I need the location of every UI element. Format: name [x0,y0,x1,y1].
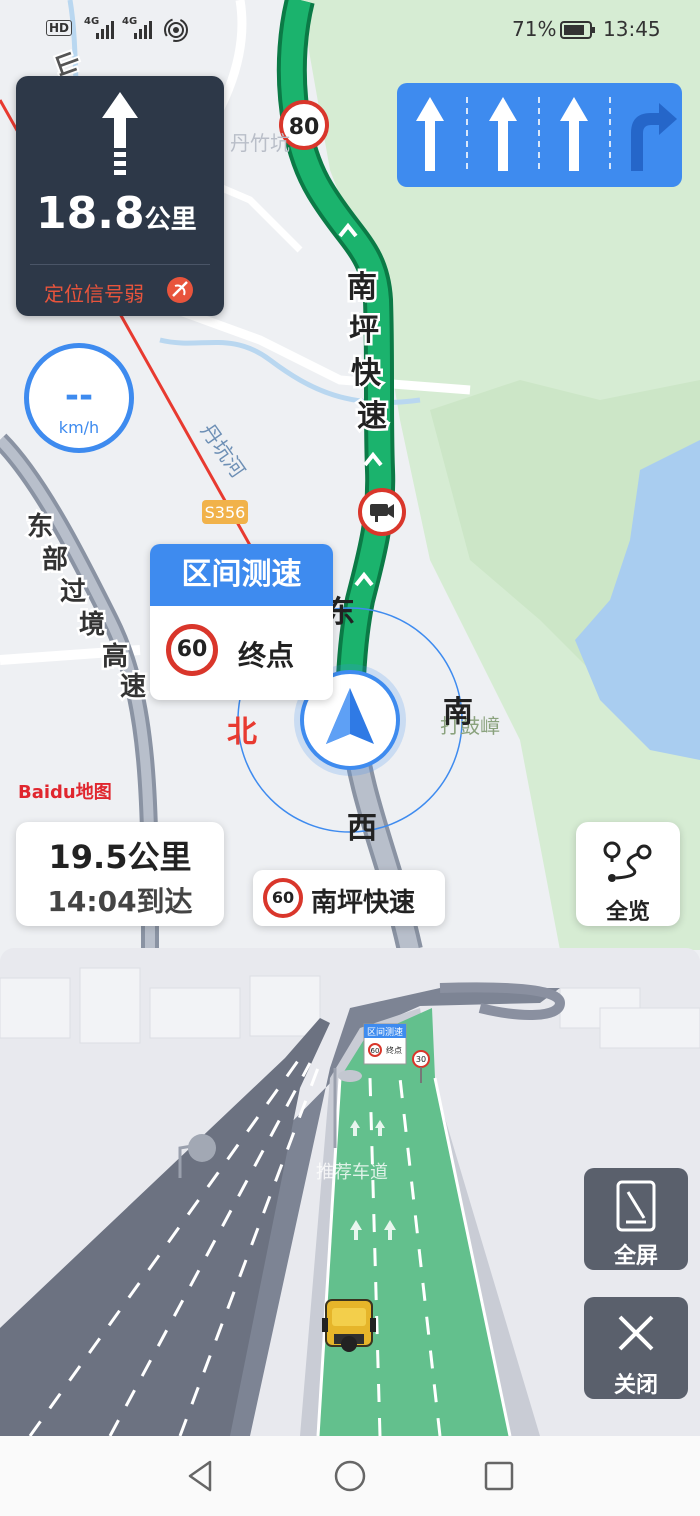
home-icon[interactable] [333,1459,367,1493]
svg-text:过: 过 [60,577,86,607]
compass-west: 西 [347,811,377,846]
svg-text:Baidu地图: Baidu地图 [18,781,112,803]
gantry-sign: 区间测速 60 终点 [363,1023,407,1065]
close-icon [618,1315,654,1351]
svg-text:南: 南 [347,270,377,305]
turn-distance-unit: 公里 [144,205,197,235]
svg-text:高: 高 [102,641,128,672]
fullscreen-label: 全屏 [613,1244,658,1269]
remaining-distance: 19.5公里 [48,838,192,876]
speed-unit: km/h [58,418,100,437]
svg-text:推荐车道: 推荐车道 [316,1162,388,1183]
svg-text:终点: 终点 [386,1045,402,1055]
close-label: 关闭 [613,1373,658,1398]
remaining-trip-card[interactable]: 19.5公里 14:04到达 [16,822,224,926]
svg-text:丹竹坑: 丹竹坑 [230,131,290,155]
svg-text:东: 东 [27,511,53,542]
svg-text:60: 60 [371,1047,380,1055]
svg-text:区间测速: 区间测速 [367,1026,403,1038]
turn-distance: 18.8公里 [36,188,216,239]
interval-speed-title: 区间测速 [150,544,333,606]
signal-icon-2 [134,20,156,44]
turn-distance-value: 18.8 [36,188,145,239]
wifi-hotspot-icon [164,18,188,47]
turn-instruction-card[interactable]: 18.8公里 定位信号弱 [16,76,224,316]
camera-sign-icon [358,488,406,536]
svg-text:30: 30 [416,1055,426,1064]
recents-icon[interactable] [483,1460,515,1492]
back-icon[interactable] [184,1460,216,1492]
interval-limit-sign: 60 [166,624,218,676]
route-overview-icon [603,841,652,882]
svg-text:速: 速 [357,399,387,434]
place-label-village: 丹竹坑 [230,131,290,155]
svg-text:坪: 坪 [349,313,379,348]
overview-button[interactable]: 全览 [576,822,680,926]
fullscreen-icon [616,1180,656,1232]
svg-text:S356: S356 [205,503,246,522]
clock: 13:45 [603,17,661,41]
compass-south: 南 [443,695,473,730]
interval-speed-card: 区间测速 60 终点 [150,544,333,700]
fullscreen-button[interactable]: 全屏 [584,1168,688,1270]
close-3d-button[interactable]: 关闭 [584,1297,688,1399]
current-road-pill: 60 南坪快速 [253,870,445,926]
vehicle-icon [322,1299,376,1352]
highway-code-badge: S356 [202,500,248,524]
battery-icon [560,20,596,45]
svg-text:速: 速 [120,672,146,702]
current-road-name: 南坪快速 [311,888,416,918]
lane-straight-icon [416,97,588,171]
svg-text:80: 80 [289,115,320,140]
status-bar: HD 4G 4G 71% 13:45 [0,0,700,58]
overview-label: 全览 [605,900,650,925]
gps-weak-icon [167,277,193,303]
straight-arrow-icon [102,92,138,175]
arrival-time: 14:04到达 [47,885,193,918]
signal-icon-1 [96,20,118,44]
battery-percent: 71% [512,17,557,41]
compass-north: 北 [227,715,257,750]
lane-right-turn-icon [631,103,677,171]
streetlight [188,1134,216,1162]
current-speed-indicator: -- km/h [24,343,134,453]
svg-text:境: 境 [79,609,105,640]
recommended-lane-text: 推荐车道 [316,1162,388,1183]
hd-badge: HD [46,20,73,36]
svg-text:部: 部 [42,545,68,575]
interval-end-label: 终点 [238,639,295,672]
baidu-logo: Baidu地图 [18,781,112,803]
lane-guidance-panel [397,83,682,187]
system-navigation-bar [0,1436,700,1516]
svg-text:快: 快 [351,356,382,391]
road-limit-sign: 60 [263,878,303,918]
gps-weak-label: 定位信号弱 [44,282,144,306]
speed-value: -- [64,376,94,416]
